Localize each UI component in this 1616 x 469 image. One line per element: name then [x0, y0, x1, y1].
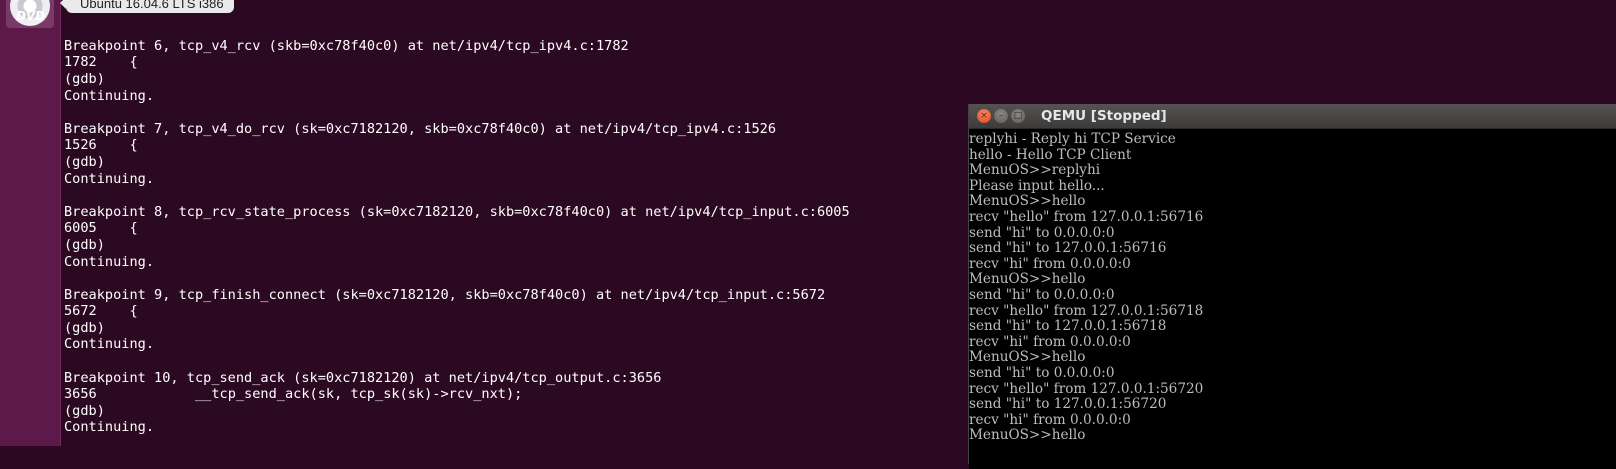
gdb-terminal-output: Breakpoint 6, tcp_v4_rcv (skb=0xc78f40c0…	[64, 0, 964, 436]
terminal-line: Continuing.	[64, 87, 155, 104]
console-line: MenuOS>>hello	[969, 349, 1086, 366]
dvd-icon-label: DVD	[16, 9, 46, 23]
console-line: send "hi" to 127.0.0.1:56716	[969, 240, 1167, 257]
console-line: MenuOS>>hello	[969, 427, 1086, 444]
console-line: send "hi" to 0.0.0.0:0	[969, 364, 1115, 381]
terminal-line: Continuing.	[64, 336, 155, 353]
qemu-window[interactable]: × – □ QEMU [Stopped] replyhi - Reply hi …	[968, 104, 1616, 469]
terminal-line: 1782 {	[64, 54, 138, 71]
terminal-line: (gdb)	[64, 153, 105, 170]
console-line: send "hi" to 127.0.0.1:56720	[969, 396, 1167, 413]
terminal-line: Breakpoint 9, tcp_finish_connect (sk=0xc…	[64, 286, 826, 303]
terminal-line: Breakpoint 7, tcp_v4_do_rcv (sk=0xc71821…	[64, 120, 777, 137]
console-line: hello - Hello TCP Client	[969, 146, 1132, 163]
console-line: recv "hello" from 127.0.0.1:56718	[969, 302, 1204, 319]
minimize-window-button[interactable]: –	[994, 109, 1008, 123]
qemu-console-screen[interactable]: replyhi - Reply hi TCP Service hello - He…	[969, 129, 1616, 469]
terminal-line: 3656 __tcp_send_ack(sk, tcp_sk(sk)->rcv_…	[64, 386, 523, 403]
terminal-line: 5672 {	[64, 303, 138, 320]
launcher-item-dvd[interactable]: DVD	[6, 0, 54, 28]
qemu-console-output: replyhi - Reply hi TCP Service hello - He…	[969, 131, 1204, 444]
console-line: send "hi" to 0.0.0.0:0	[969, 286, 1115, 303]
console-line: MenuOS>>replyhi	[969, 162, 1101, 179]
terminal-line: (gdb)	[64, 402, 105, 419]
console-line: Please input hello...	[969, 177, 1105, 194]
console-line: MenuOS>>hello	[969, 271, 1086, 288]
maximize-window-button[interactable]: □	[1011, 109, 1025, 123]
terminal-line: 6005 {	[64, 220, 138, 237]
terminal-line: 1526 {	[64, 137, 138, 154]
terminal-line: (gdb)	[64, 319, 105, 336]
unity-launcher: DVD	[0, 0, 61, 446]
console-line: recv "hi" from 0.0.0.0:0	[969, 255, 1131, 272]
terminal-line: Continuing.	[64, 170, 155, 187]
terminal-line: (gdb)	[64, 70, 105, 87]
console-line: recv "hi" from 0.0.0.0:0	[969, 333, 1131, 350]
terminal-line: Breakpoint 8, tcp_rcv_state_process (sk=…	[64, 203, 850, 220]
console-line: MenuOS>>hello	[969, 193, 1086, 210]
close-window-button[interactable]: ×	[977, 109, 991, 123]
terminal-line: Continuing.	[64, 253, 155, 270]
console-line: recv "hello" from 127.0.0.1:56716	[969, 208, 1204, 225]
console-line: send "hi" to 127.0.0.1:56718	[969, 318, 1167, 335]
console-line: replyhi - Reply hi TCP Service	[969, 131, 1176, 147]
terminal-line: Breakpoint 6, tcp_v4_rcv (skb=0xc78f40c0…	[64, 37, 629, 54]
terminal-line: Breakpoint 10, tcp_send_ack (sk=0xc71821…	[64, 369, 662, 386]
console-line: send "hi" to 0.0.0.0:0	[969, 224, 1115, 241]
qemu-titlebar[interactable]: × – □ QEMU [Stopped]	[969, 104, 1616, 129]
terminal-line: (gdb)	[64, 236, 105, 253]
console-line: recv "hello" from 127.0.0.1:56720	[969, 380, 1204, 397]
qemu-window-title: QEMU [Stopped]	[1041, 108, 1167, 124]
console-line: recv "hi" from 0.0.0.0:0	[969, 411, 1131, 428]
terminal-line: Continuing.	[64, 419, 155, 436]
